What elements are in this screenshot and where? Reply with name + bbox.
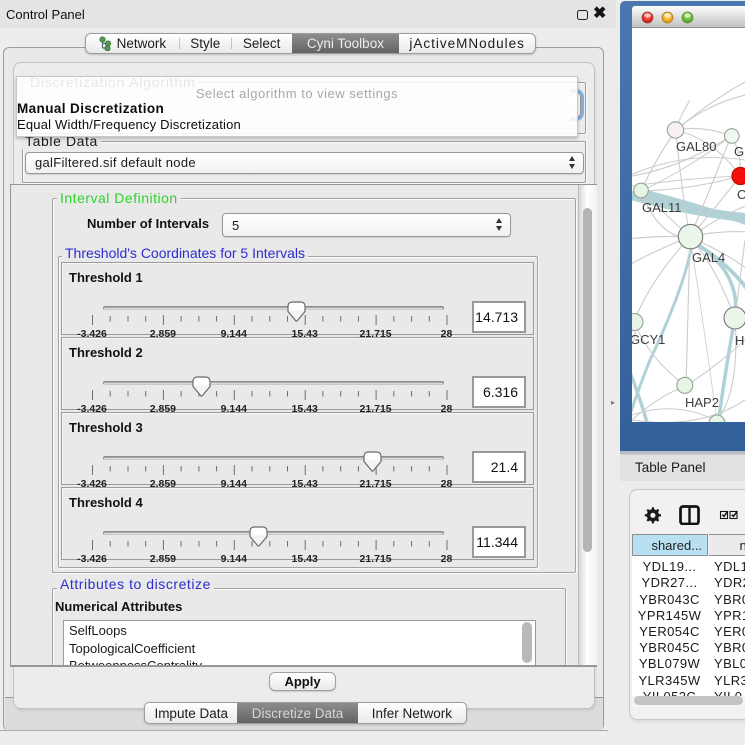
svg-text:GAL4: GAL4 <box>692 250 725 265</box>
svg-text:G.: G. <box>734 144 745 159</box>
svg-text:HAP2: HAP2 <box>685 395 719 410</box>
svg-text:GAL80: GAL80 <box>676 139 716 154</box>
svg-text:C: C <box>737 187 745 202</box>
svg-text:GCY1: GCY1 <box>632 332 665 347</box>
svg-text:H: H <box>735 333 744 348</box>
svg-text:GAL11: GAL11 <box>642 200 682 215</box>
